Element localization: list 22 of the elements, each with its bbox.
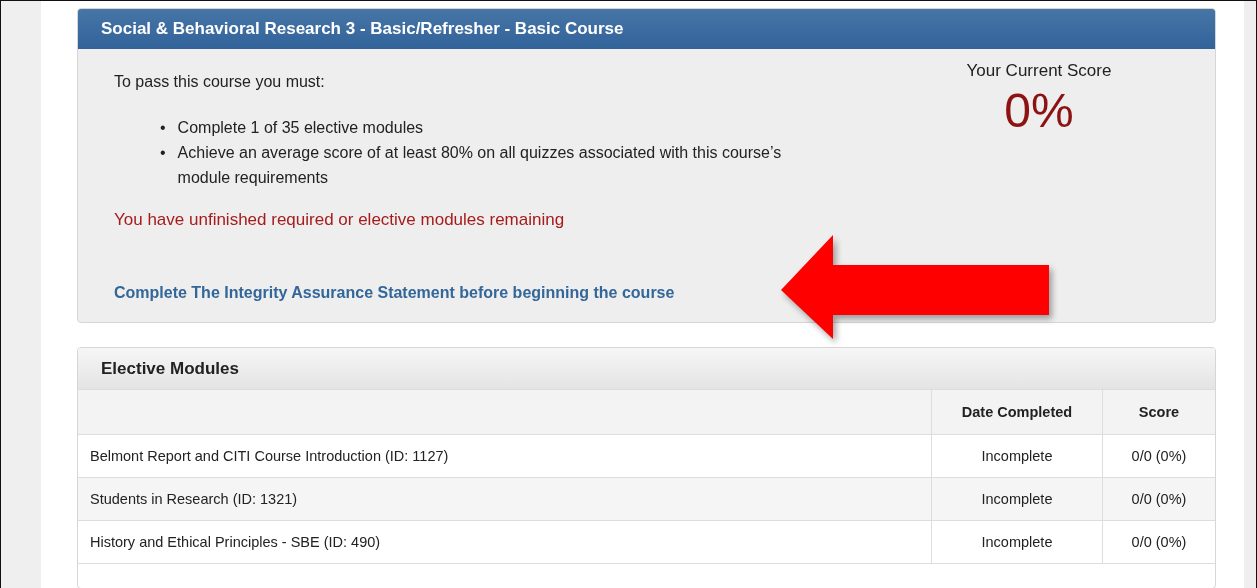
date-cell: Incomplete — [931, 520, 1103, 564]
course-title: Social & Behavioral Research 3 - Basic/Refresher - Basic Course — [78, 9, 1215, 49]
score-value: 0% — [1004, 83, 1074, 138]
warning-message: You have unfinished required or elective modules remaining — [114, 210, 566, 230]
date-cell: Incomplete — [931, 477, 1103, 521]
column-header: Date Completed — [931, 390, 1103, 435]
score-cell: 0/0 (0%) — [1102, 477, 1215, 521]
score-label: Your Current Score — [966, 61, 1112, 81]
score-cell: 0/0 (0%) — [1102, 520, 1215, 564]
column-header: Score — [1102, 390, 1215, 435]
requirements-intro: To pass this course you must: — [114, 72, 326, 92]
score-cell: 0/0 (0%) — [1102, 434, 1215, 478]
requirement-item: Achieve an average score of at least 80% on all quizzes associated with this course’s module requirements — [177, 143, 783, 188]
date-cell: Incomplete — [931, 434, 1103, 478]
requirement-item: Complete 1 of 35 elective modules — [177, 118, 424, 138]
module-name-cell[interactable]: Belmont Report and CITI Course Introduction (ID: 1127) — [78, 434, 932, 478]
bullet: • — [160, 118, 166, 138]
modules-title: Elective Modules — [78, 348, 1215, 390]
bullet: • — [160, 143, 166, 163]
module-name-cell[interactable]: History and Ethical Principles - SBE (ID: 490) — [78, 520, 932, 564]
module-name-cell[interactable]: Students in Research (ID: 1321) — [78, 477, 932, 521]
integrity-statement-link[interactable]: Complete The Integrity Assurance Statement before beginning the course — [114, 284, 675, 302]
